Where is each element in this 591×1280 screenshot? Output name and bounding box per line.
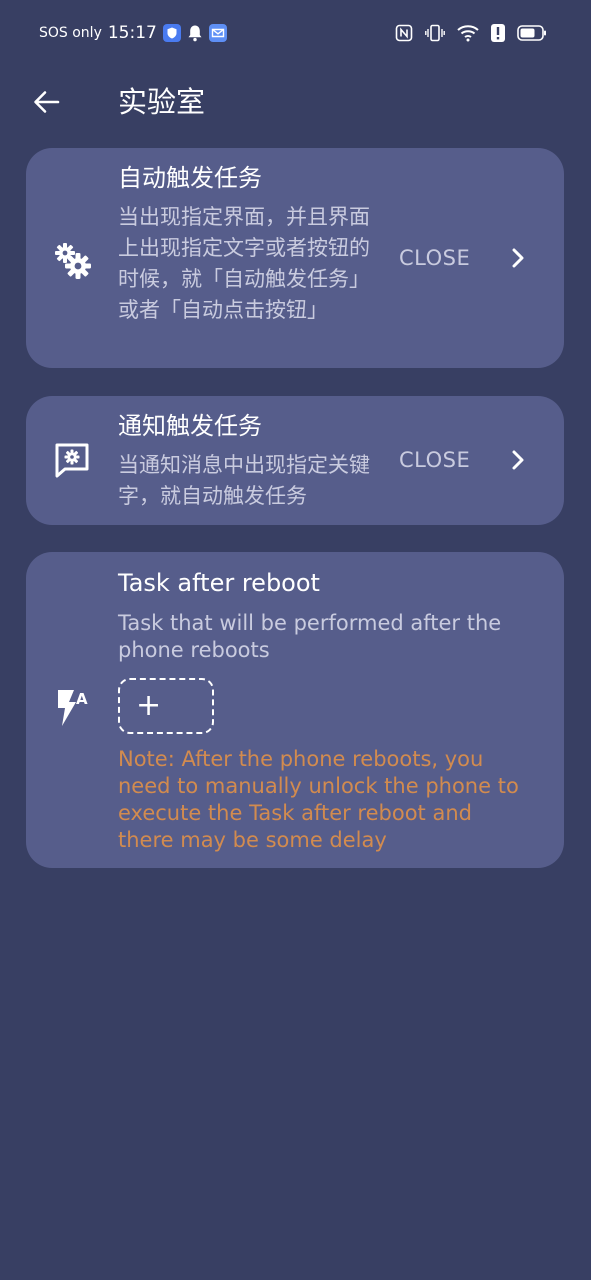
auto-trigger-task-card[interactable]: 自动触发任务 当出现指定界面，并且界面上出现指定文字或者按钮的时候，就「自动触发…	[26, 148, 564, 368]
carrier-text: SOS only	[39, 25, 102, 41]
card-title: 自动触发任务	[118, 164, 262, 192]
plus-icon: +	[136, 688, 162, 723]
svg-text:A: A	[76, 690, 88, 708]
reboot-note: Note: After the phone reboots, you need …	[118, 747, 519, 852]
card-title: 通知触发任务	[118, 412, 262, 440]
top-bar: 实验室	[0, 80, 591, 124]
status-right	[395, 22, 553, 44]
status-label: CLOSE	[399, 246, 471, 270]
bell-icon	[187, 24, 203, 42]
status-left: SOS only 15:17	[39, 22, 233, 44]
back-button[interactable]	[28, 84, 64, 120]
gears-icon	[52, 240, 92, 280]
status-label: CLOSE	[399, 448, 471, 472]
task-after-reboot-card: A Task after reboot Task that will be pe…	[26, 552, 564, 868]
card-description: 当出现指定界面，并且界面上出现指定文字或者按钮的时候，就「自动触发任务」或者「自…	[118, 205, 370, 322]
chevron-right-icon	[504, 244, 532, 272]
back-arrow-icon	[34, 91, 60, 113]
add-task-button[interactable]: +	[118, 678, 214, 734]
clock: 15:17	[107, 23, 157, 43]
mail-app-icon	[208, 24, 227, 42]
notification-trigger-task-card[interactable]: 通知触发任务 当通知消息中出现指定关键字，就自动触发任务 CLOSE	[26, 396, 564, 525]
battery-icon	[517, 24, 547, 42]
card-description: Task that will be performed after the ph…	[118, 611, 502, 662]
chevron-right-icon	[504, 446, 532, 474]
nfc-icon	[395, 24, 413, 42]
wifi-icon	[457, 24, 479, 42]
alert-icon	[491, 24, 505, 42]
flash-auto-icon: A	[52, 688, 92, 728]
notification-settings-icon	[52, 440, 92, 480]
status-bar: SOS only 15:17	[0, 0, 591, 66]
shield-icon	[162, 24, 181, 42]
page-title: 实验室	[118, 85, 206, 119]
card-title: Task after reboot	[118, 569, 320, 597]
vibrate-icon	[425, 24, 445, 42]
card-description: 当通知消息中出现指定关键字，就自动触发任务	[118, 453, 370, 508]
